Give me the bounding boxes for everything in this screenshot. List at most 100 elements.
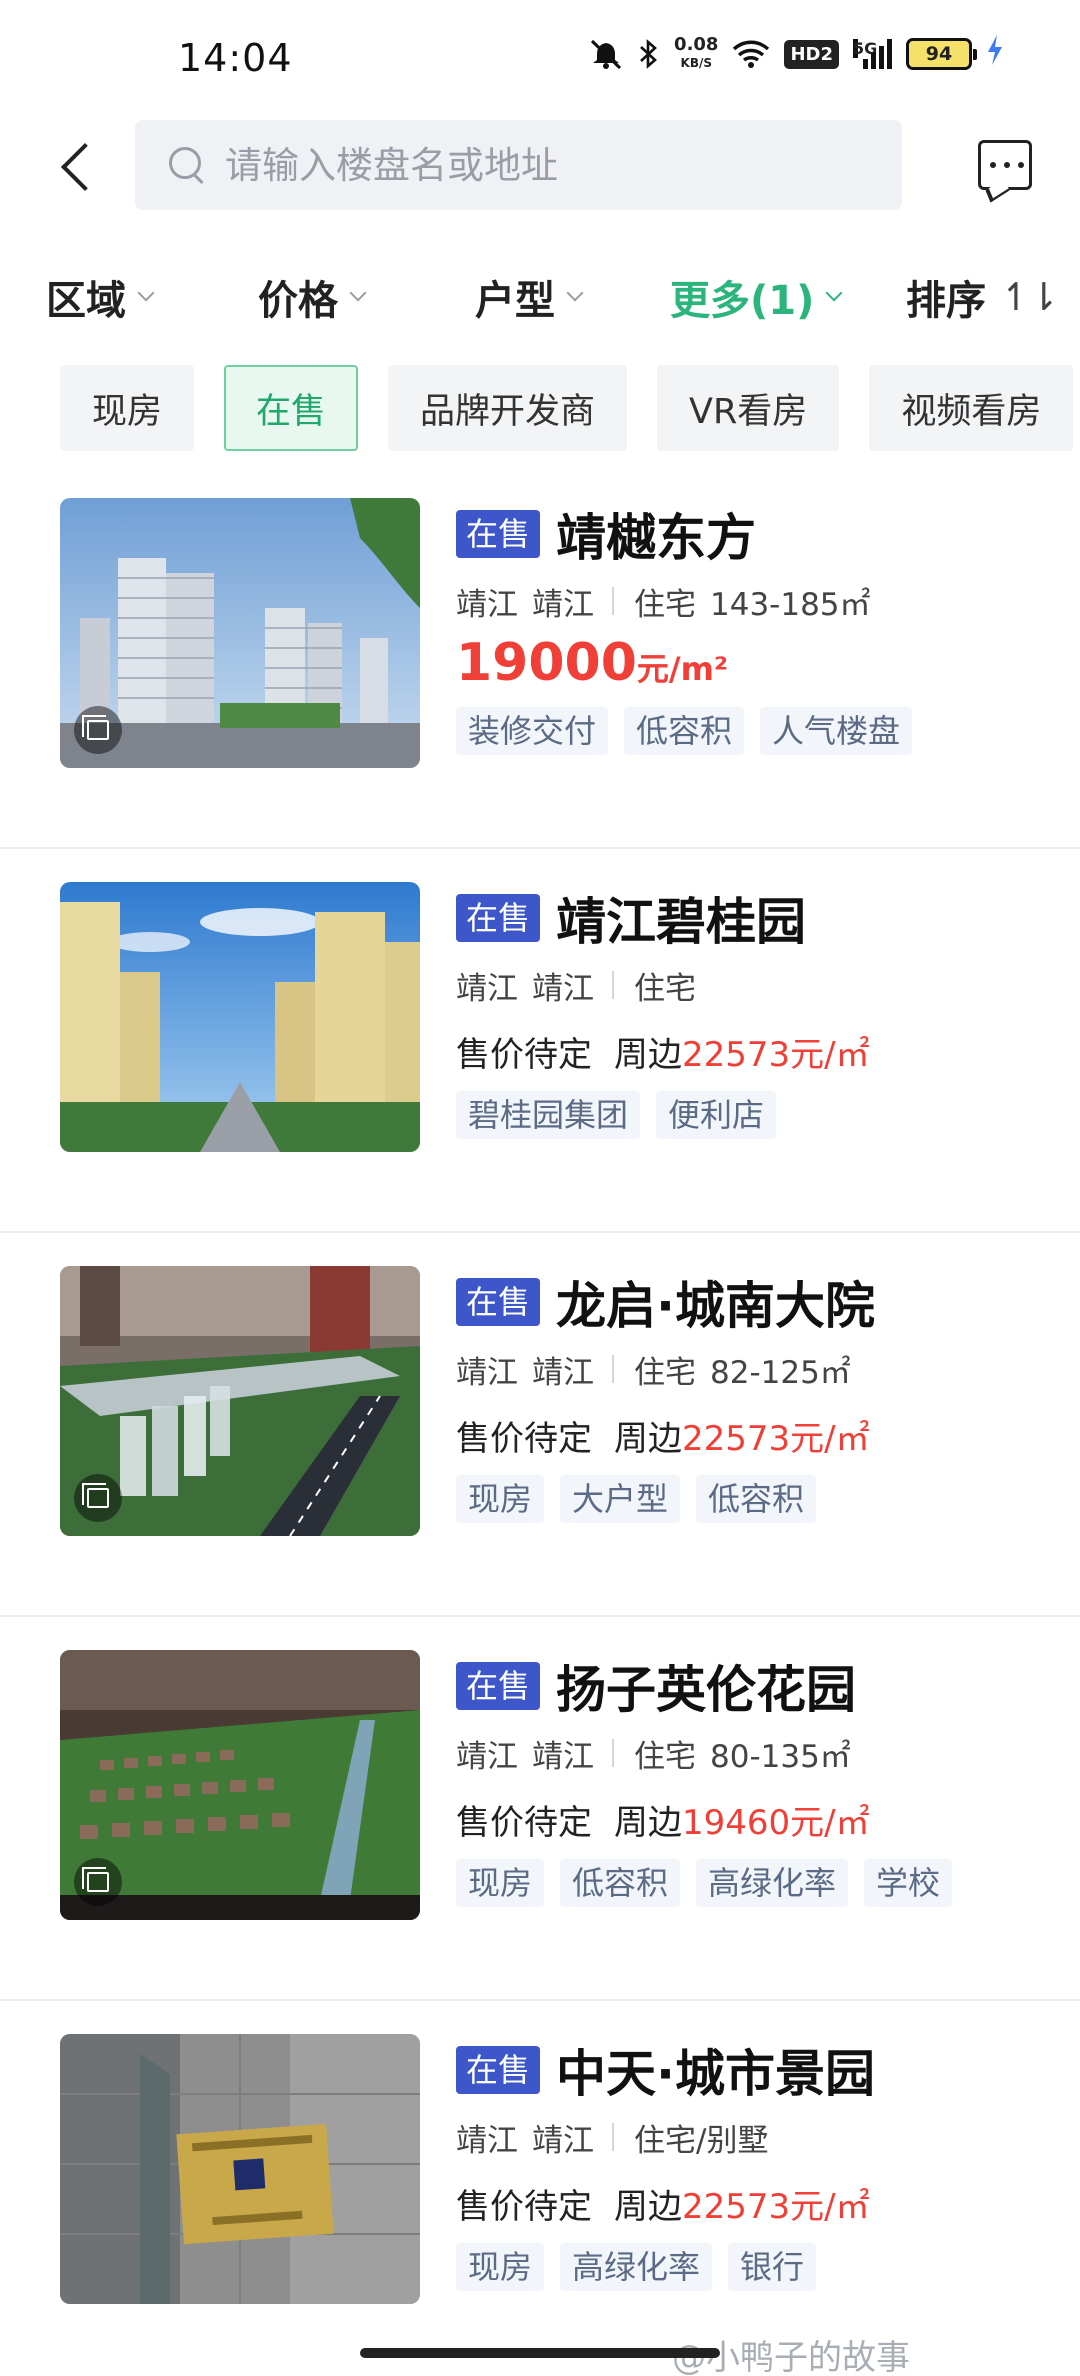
feature-tags: 碧桂园集团 便利店 — [456, 1091, 1056, 1139]
hd-badge: HD2 — [784, 39, 839, 69]
price-unit: 元/m² — [636, 650, 728, 688]
feature-tag: 便利店 — [656, 1091, 777, 1139]
nearby-price: 22573元/㎡ — [682, 1035, 870, 1075]
vr-icon — [74, 1858, 122, 1906]
status-time: 14:04 — [178, 36, 293, 80]
home-indicator[interactable] — [360, 2348, 720, 2358]
chevron-down-icon — [566, 284, 584, 302]
list-item[interactable]: 在售 靖樾东方 靖江 靖江 住宅 143-185㎡ 19000 元/m² 装修交… — [0, 465, 1080, 849]
property-meta: 靖江 靖江 住宅 80-135㎡ — [456, 1733, 1056, 1775]
divider — [612, 1355, 614, 1383]
filter-label: 排序 — [906, 278, 986, 324]
status-bar: 14:04 0.08 KB/S HD2 5G 94 — [0, 0, 1080, 120]
filter-label: 价格 — [258, 278, 338, 324]
filter-bar: 区域 价格 户型 更多(1) 排序 ↿⇂ — [0, 268, 1080, 338]
property-meta: 靖江 靖江 住宅 82-125㎡ — [456, 1349, 1056, 1391]
area-label: 靖江 — [532, 586, 594, 623]
header-bar — [0, 118, 1080, 218]
sale-status-badge: 在售 — [456, 2046, 541, 2094]
feature-tags: 现房 大户型 低容积 — [456, 1475, 1056, 1523]
chip-on-sale[interactable]: 在售 — [224, 365, 359, 451]
property-size: 82-125㎡ — [710, 1354, 851, 1391]
property-type: 住宅 — [634, 1738, 696, 1775]
price-pending: 售价待定 — [456, 2187, 592, 2227]
vr-icon — [74, 1474, 122, 1522]
chip-video-view[interactable]: 视频看房 — [869, 365, 1074, 451]
feature-tag: 现房 — [456, 1859, 545, 1907]
chip-vr-view[interactable]: VR看房 — [657, 365, 840, 451]
feature-tag: 银行 — [728, 2243, 817, 2291]
chevron-down-icon — [137, 284, 155, 302]
chevron-down-icon — [349, 284, 367, 302]
property-type: 住宅 — [634, 586, 696, 623]
message-icon[interactable] — [978, 140, 1032, 190]
feature-tag: 高绿化率 — [560, 2243, 713, 2291]
search-icon — [167, 145, 207, 185]
price-pending: 售价待定 — [456, 1803, 592, 1843]
vr-icon — [74, 706, 122, 754]
filter-label: 户型 — [475, 278, 555, 324]
net-speed: 0.08 KB/S — [674, 36, 718, 72]
property-name: 中天·城市景园 — [556, 2045, 876, 2103]
quick-filter-chips: 现房 在售 品牌开发商 VR看房 视频看房 — [60, 365, 1074, 451]
district-label: 靖江 — [456, 1738, 518, 1775]
divider — [612, 971, 614, 999]
property-size: 80-135㎡ — [710, 1738, 851, 1775]
price: 售价待定 周边 22573元/㎡ — [456, 1411, 1056, 1459]
filter-sort[interactable]: 排序 ↿⇂ — [906, 268, 1060, 326]
bluetooth-icon — [638, 38, 660, 70]
property-photo — [60, 882, 420, 1152]
chevron-down-icon — [825, 284, 843, 302]
property-size: 143-185㎡ — [710, 586, 871, 623]
area-label: 靖江 — [532, 970, 594, 1007]
list-item[interactable]: 在售 中天·城市景园 靖江 靖江 住宅/别墅 售价待定 周边 22573元/㎡ … — [0, 2001, 1080, 2376]
net-speed-value: 0.08 — [674, 34, 719, 55]
district-label: 靖江 — [456, 586, 518, 623]
divider — [612, 1739, 614, 1767]
nearby-label: 周边 — [614, 1419, 682, 1459]
sale-status-badge: 在售 — [456, 1662, 541, 1710]
filter-more[interactable]: 更多(1) — [670, 268, 843, 326]
feature-tag: 高绿化率 — [696, 1859, 849, 1907]
status-icons: 0.08 KB/S HD2 5G 94 — [588, 34, 1004, 74]
nearby-label: 周边 — [614, 1803, 682, 1843]
nearby-price: 19460元/㎡ — [682, 1803, 870, 1843]
chip-brand-developer[interactable]: 品牌开发商 — [388, 365, 628, 451]
feature-tag: 低容积 — [624, 707, 745, 755]
feature-tag: 低容积 — [696, 1475, 817, 1523]
net-speed-unit: KB/S — [680, 56, 712, 70]
list-item[interactable]: 在售 龙启·城南大院 靖江 靖江 住宅 82-125㎡ 售价待定 周边 2257… — [0, 1233, 1080, 1617]
sort-icon: ↿⇂ — [1000, 275, 1060, 319]
property-info: 在售 靖樾东方 靖江 靖江 住宅 143-185㎡ 19000 元/m² 装修交… — [456, 503, 1056, 755]
signal-label: 5G — [853, 39, 878, 58]
price-pending: 售价待定 — [456, 1419, 592, 1459]
back-button[interactable] — [52, 136, 112, 196]
price: 售价待定 周边 22573元/㎡ — [456, 1027, 1056, 1075]
sale-status-badge: 在售 — [456, 1278, 541, 1326]
feature-tags: 现房 低容积 高绿化率 学校 — [456, 1859, 1056, 1907]
nearby-label: 周边 — [614, 2187, 682, 2227]
search-box[interactable] — [135, 120, 902, 210]
filter-layout[interactable]: 户型 — [475, 268, 584, 326]
nearby-price: 22573元/㎡ — [682, 2187, 870, 2227]
sale-status-badge: 在售 — [456, 510, 541, 558]
property-photo — [60, 1650, 420, 1920]
property-type: 住宅/别墅 — [634, 2122, 769, 2159]
search-input[interactable] — [225, 143, 785, 187]
district-label: 靖江 — [456, 970, 518, 1007]
signal-icon: 5G — [853, 39, 892, 69]
area-label: 靖江 — [532, 1738, 594, 1775]
filter-region[interactable]: 区域 — [46, 268, 155, 326]
property-name: 龙启·城南大院 — [556, 1277, 876, 1335]
list-item[interactable]: 在售 靖江碧桂园 靖江 靖江 住宅 售价待定 周边 22573元/㎡ 碧桂园集团… — [0, 849, 1080, 1233]
filter-price[interactable]: 价格 — [258, 268, 367, 326]
price: 售价待定 周边 19460元/㎡ — [456, 1795, 1056, 1843]
list-item[interactable]: 在售 扬子英伦花园 靖江 靖江 住宅 80-135㎡ 售价待定 周边 19460… — [0, 1617, 1080, 2001]
feature-tag: 大户型 — [560, 1475, 681, 1523]
mute-icon — [588, 38, 624, 70]
feature-tag: 碧桂园集团 — [456, 1091, 641, 1139]
feature-tag: 人气楼盘 — [760, 707, 913, 755]
chip-ready-house[interactable]: 现房 — [60, 365, 195, 451]
property-info: 在售 中天·城市景园 靖江 靖江 住宅/别墅 售价待定 周边 22573元/㎡ … — [456, 2039, 1056, 2291]
property-info: 在售 靖江碧桂园 靖江 靖江 住宅 售价待定 周边 22573元/㎡ 碧桂园集团… — [456, 887, 1056, 1139]
